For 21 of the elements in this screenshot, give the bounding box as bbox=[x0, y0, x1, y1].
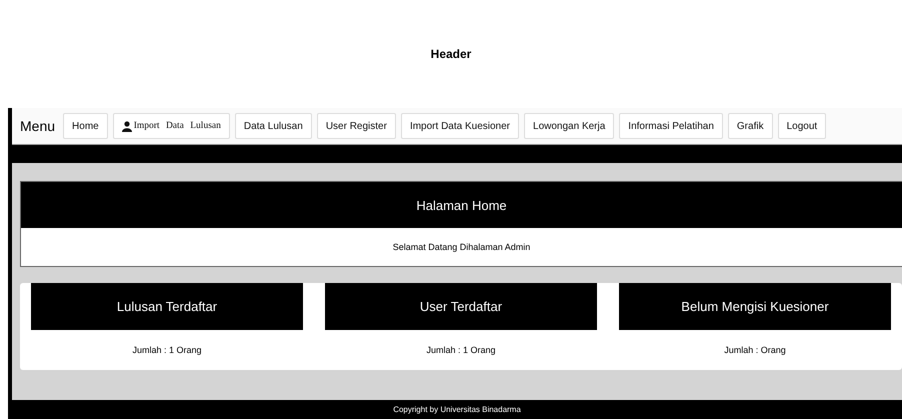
card-title: User Terdaftar bbox=[325, 283, 597, 330]
nav-link[interactable]: Informasi Pelatihan bbox=[619, 113, 723, 139]
welcome-text: Selamat Datang Dihalaman Admin bbox=[392, 241, 532, 254]
header-title: Header bbox=[430, 47, 472, 61]
nav-link[interactable]: Data Lulusan bbox=[234, 113, 312, 139]
user-icon bbox=[122, 120, 132, 132]
nav-link[interactable]: Import Data Lulusan bbox=[112, 113, 230, 139]
copyright-text: Copyright by Universitas Binadarma bbox=[393, 405, 521, 414]
count-text: Jumlah : 1 Orang bbox=[131, 344, 203, 357]
nav-link[interactable]: User Register bbox=[316, 113, 396, 139]
panel-title: Halaman Home bbox=[21, 182, 902, 228]
nav-link[interactable]: Grafik bbox=[728, 113, 773, 139]
nav-link[interactable]: Home bbox=[63, 113, 108, 139]
nav-link[interactable]: Import Data Kuesioner bbox=[400, 113, 520, 139]
count-text: Jumlah : 1 Orang bbox=[425, 344, 497, 357]
card-title: Lulusan Terdaftar bbox=[31, 283, 303, 330]
card-title: Belum Mengisi Kuesioner bbox=[619, 283, 891, 330]
nav-link[interactable]: Logout bbox=[778, 113, 826, 139]
nav-link[interactable]: Lowongan Kerja bbox=[524, 113, 614, 139]
count-text: Jumlah : Orang bbox=[723, 344, 787, 357]
menu-label: Menu bbox=[20, 118, 56, 134]
